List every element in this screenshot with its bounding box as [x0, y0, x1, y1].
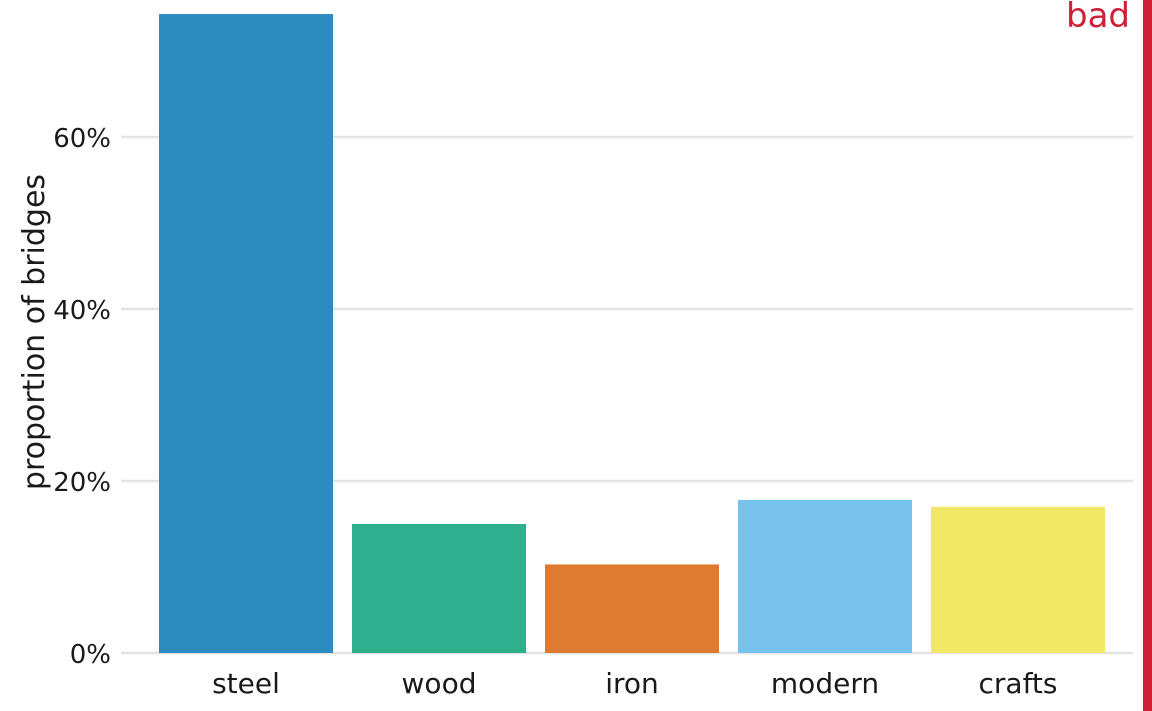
y-tick-labels: 0% 20% 40% 60% — [53, 124, 111, 670]
y-tick-label: 20% — [53, 468, 111, 498]
y-tick-label: 60% — [53, 124, 111, 154]
y-tick-label: 40% — [53, 296, 111, 326]
x-tick-label: steel — [212, 667, 280, 700]
bars — [159, 14, 1105, 653]
verdict-label: bad — [1066, 0, 1130, 36]
bar-chart: 0% 20% 40% 60% steel wood iron modern crafts pr… — [17, 14, 1133, 700]
x-tick-label: wood — [402, 667, 477, 700]
verdict-stripe — [1143, 0, 1152, 711]
x-tick-label: iron — [605, 667, 659, 700]
y-tick-label: 0% — [70, 640, 111, 670]
x-tick-label: modern — [771, 667, 879, 700]
x-tick-label: crafts — [979, 667, 1058, 700]
y-axis-label: proportion of bridges — [17, 174, 52, 490]
bar-crafts — [931, 506, 1105, 653]
bar-steel — [159, 14, 333, 653]
bar-wood — [352, 524, 526, 653]
bar-modern — [738, 499, 912, 653]
x-tick-labels: steel wood iron modern crafts — [212, 667, 1057, 700]
bar-iron — [545, 564, 719, 653]
